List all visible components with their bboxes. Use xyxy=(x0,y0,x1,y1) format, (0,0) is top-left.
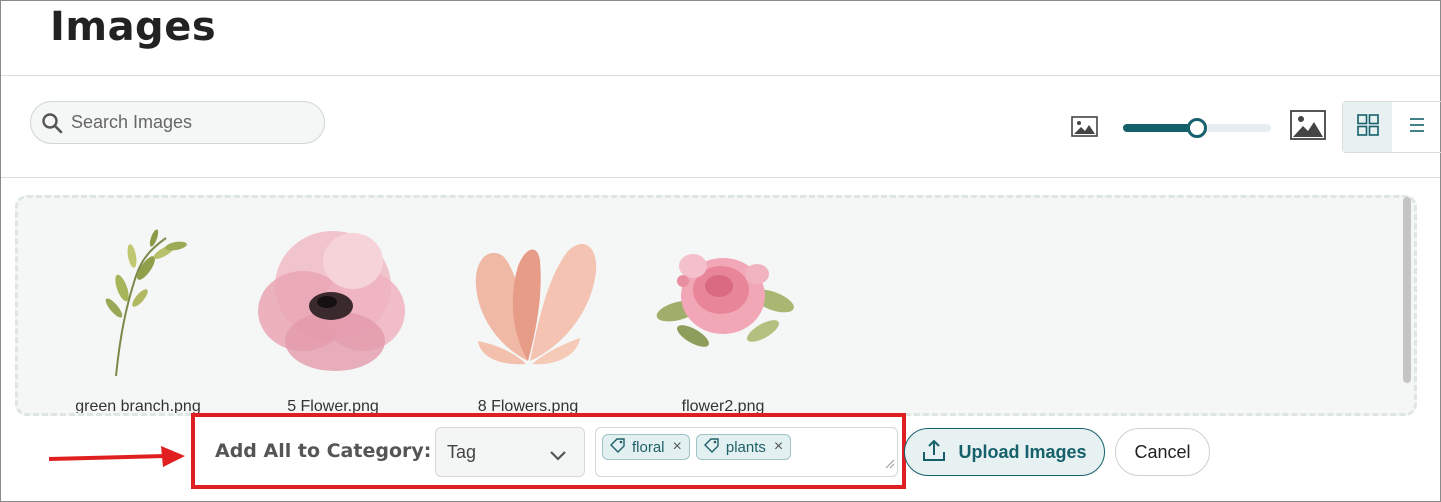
category-label: Add All to Category: xyxy=(215,440,432,462)
search-box[interactable] xyxy=(30,101,325,144)
tag-icon xyxy=(610,437,626,457)
slider-fill xyxy=(1123,124,1197,132)
list-view-button[interactable] xyxy=(1392,102,1441,152)
image-thumbnail xyxy=(656,254,794,347)
page-title: Images xyxy=(50,4,217,50)
upload-images-button[interactable]: Upload Images xyxy=(904,428,1105,476)
image-thumbnail xyxy=(258,231,405,371)
search-icon xyxy=(41,112,63,134)
thumbnail-size-slider[interactable] xyxy=(1123,118,1271,138)
slider-thumb[interactable] xyxy=(1187,118,1207,138)
upload-icon xyxy=(922,438,946,467)
remove-tag-button[interactable]: × xyxy=(774,438,783,456)
image-dropzone[interactable]: green branch.png 5 Flower.png 8 Flowers.… xyxy=(15,195,1417,416)
resize-handle-icon[interactable] xyxy=(885,456,895,474)
divider xyxy=(1,177,1440,178)
annotation-arrow xyxy=(48,446,185,467)
grid-view-button[interactable] xyxy=(1343,102,1392,152)
list-view-icon xyxy=(1408,116,1426,139)
category-select-value: Tag xyxy=(447,441,477,462)
category-select[interactable]: Tag xyxy=(435,427,585,477)
image-tile[interactable]: flower2.png xyxy=(633,198,813,413)
chevron-down-icon xyxy=(550,445,566,466)
image-thumbnail xyxy=(105,229,187,377)
tag-chip: floral × xyxy=(602,434,690,460)
tag-input-field[interactable]: floral × plants × xyxy=(595,427,898,477)
cancel-button[interactable]: Cancel xyxy=(1115,428,1210,476)
image-large-icon[interactable] xyxy=(1290,110,1326,145)
view-toggle xyxy=(1342,101,1441,153)
image-small-icon[interactable] xyxy=(1071,116,1098,142)
scrollbar[interactable] xyxy=(1403,197,1411,383)
image-thumbnail xyxy=(475,243,597,365)
tag-label: floral xyxy=(632,438,665,456)
grid-view-icon xyxy=(1356,113,1379,141)
image-tile[interactable]: 8 Flowers.png xyxy=(438,198,618,413)
search-input[interactable] xyxy=(71,112,301,133)
divider xyxy=(1,75,1440,76)
image-tile[interactable]: green branch.png xyxy=(48,198,228,413)
image-tile[interactable]: 5 Flower.png xyxy=(243,198,423,413)
tag-chip: plants × xyxy=(695,434,792,460)
tag-icon xyxy=(703,437,720,457)
tag-label: plants xyxy=(725,438,766,456)
upload-button-label: Upload Images xyxy=(958,441,1087,462)
remove-tag-button[interactable]: × xyxy=(673,438,682,456)
